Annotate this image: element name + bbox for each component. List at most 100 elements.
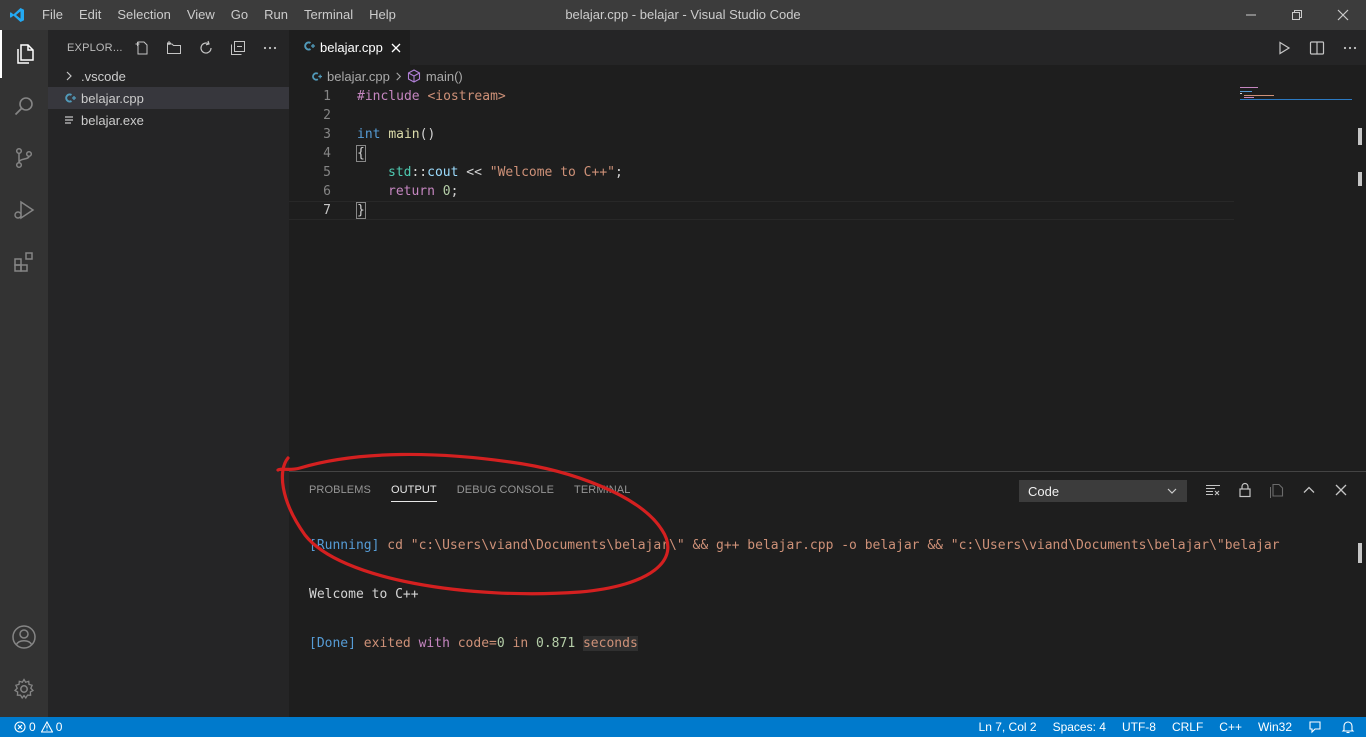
extensions-activity[interactable] [0,238,48,286]
source-control-activity[interactable] [0,134,48,182]
symbol-method-icon [407,69,421,83]
close-panel-button[interactable] [1325,479,1357,501]
line-number: 6 [323,184,331,199]
clear-output-button[interactable] [1197,479,1229,501]
token-scope: :: [411,165,428,180]
manage-gear-icon [13,678,35,700]
new-folder-icon [167,40,181,54]
more-actions-button[interactable] [254,37,286,59]
output-exit-code: 0 [496,636,505,651]
menu-file[interactable]: File [34,0,71,30]
status-bar: 0 0 Ln 7, Col 2 Spaces: 4 UTF-8 CRLF C++… [0,717,1366,737]
lock-scroll-button[interactable] [1229,479,1261,501]
split-editor-button[interactable] [1300,30,1333,65]
code-line: 6 return 0; [289,182,1234,201]
output-program-line: Welcome to C++ [309,587,419,602]
close-tab-icon[interactable] [391,43,401,53]
tree-item-belajar-cpp[interactable]: belajar.cpp [48,87,289,109]
warning-count: 0 [55,720,63,734]
cpp-file-icon [64,92,81,104]
cpp-file-icon [303,40,315,55]
panel-scrollbar-thumb[interactable] [1358,543,1362,563]
output-line-running: [Running] cd "c:\Users\viand\Documents\b… [309,536,1280,555]
output-running-tag: [Running] [309,538,380,553]
maximize-panel-button[interactable] [1293,479,1325,501]
tab-problems[interactable]: PROBLEMS [309,472,371,508]
token-operator: << [458,165,490,180]
tree-item-label: belajar.exe [81,112,144,128]
clear-all-icon [1206,484,1220,496]
token-semicolon: ; [450,184,459,199]
code-line: 2 [289,106,1234,125]
tree-item-vscode-folder[interactable]: .vscode [48,65,289,87]
cursor-position-status[interactable]: Ln 7, Col 2 [971,717,1045,737]
eol-status[interactable]: CRLF [1164,717,1211,737]
line-number: 4 [323,146,331,161]
new-file-button[interactable] [126,37,158,59]
run-code-button[interactable] [1267,30,1300,65]
restore-button[interactable] [1274,0,1320,30]
explorer-sidebar: EXPLOR... .vscode belajar.cpp belajar.ex… [48,30,289,717]
menu-selection[interactable]: Selection [109,0,178,30]
output-done-in: in [504,636,537,651]
open-file-icon [1270,483,1284,498]
notifications-button[interactable] [1333,717,1366,737]
minimize-button[interactable] [1228,0,1274,30]
feedback-button[interactable] [1300,717,1333,737]
token-return: return [388,184,435,199]
tab-output[interactable]: OUTPUT [390,472,437,508]
search-activity[interactable] [0,82,48,130]
menu-run[interactable]: Run [256,0,296,30]
menu-help[interactable]: Help [361,0,404,30]
panel-tabs: PROBLEMS OUTPUT DEBUG CONSOLE TERMINAL [309,472,650,508]
output-channel-select[interactable]: Code [1019,480,1187,502]
output-line-done: [Done] exited with code=0 in 0.871 secon… [309,634,1280,653]
new-folder-button[interactable] [158,37,190,59]
code-editor[interactable]: 1 #include <iostream> 2 3 int main() 4 {… [289,87,1366,471]
run-debug-activity[interactable] [0,186,48,234]
menu-go[interactable]: Go [223,0,256,30]
bottom-panel: PROBLEMS OUTPUT DEBUG CONSOLE TERMINAL C… [289,471,1366,717]
tab-belajar-cpp[interactable]: belajar.cpp [289,30,410,65]
menu-terminal[interactable]: Terminal [296,0,361,30]
code-line: 5 std::cout << "Welcome to C++"; [289,163,1234,182]
code-line-current: 7 } [289,201,1234,220]
tab-debug-console[interactable]: DEBUG CONSOLE [457,472,554,508]
collapse-folders-button[interactable] [222,37,254,59]
file-lines-icon [64,115,81,125]
refresh-explorer-button[interactable] [190,37,222,59]
close-window-button[interactable] [1320,0,1366,30]
language-mode-status[interactable]: C++ [1211,717,1250,737]
indentation-status[interactable]: Spaces: 4 [1045,717,1114,737]
token-directive: #include [357,89,420,104]
platform-status[interactable]: Win32 [1250,717,1300,737]
output-view[interactable]: [Running] cd "c:\Users\viand\Documents\b… [309,506,1280,683]
breadcrumb-symbol[interactable]: main() [426,69,463,84]
editor-more-actions-button[interactable] [1333,30,1366,65]
chevron-down-icon [1166,485,1178,497]
encoding-status[interactable]: UTF-8 [1114,717,1164,737]
tab-terminal[interactable]: TERMINAL [574,472,630,508]
accounts-activity[interactable] [0,613,48,661]
explorer-activity[interactable] [0,30,48,78]
source-control-icon [15,147,33,169]
tree-item-belajar-exe[interactable]: belajar.exe [48,109,289,131]
breadcrumb-file[interactable]: belajar.cpp [327,69,390,84]
open-log-file-button[interactable] [1261,479,1293,501]
minimap[interactable] [1240,87,1352,107]
output-elapsed-time: 0.871 [536,636,576,651]
output-seconds: seconds [582,636,638,651]
feedback-icon [1309,721,1321,734]
close-icon [1335,484,1347,496]
output-done-tag: [Done] [309,636,356,651]
editor-scrollbar-thumb[interactable] [1358,128,1362,145]
vscode-window: File Edit Selection View Go Run Terminal… [0,0,1366,737]
account-icon [12,625,36,649]
vscode-logo-icon [0,0,34,30]
token-open-brace: { [356,145,366,162]
problems-status[interactable]: 0 0 [14,717,70,737]
manage-activity[interactable] [0,665,48,713]
menu-view[interactable]: View [179,0,223,30]
line-number: 3 [323,127,331,142]
menu-edit[interactable]: Edit [71,0,109,30]
